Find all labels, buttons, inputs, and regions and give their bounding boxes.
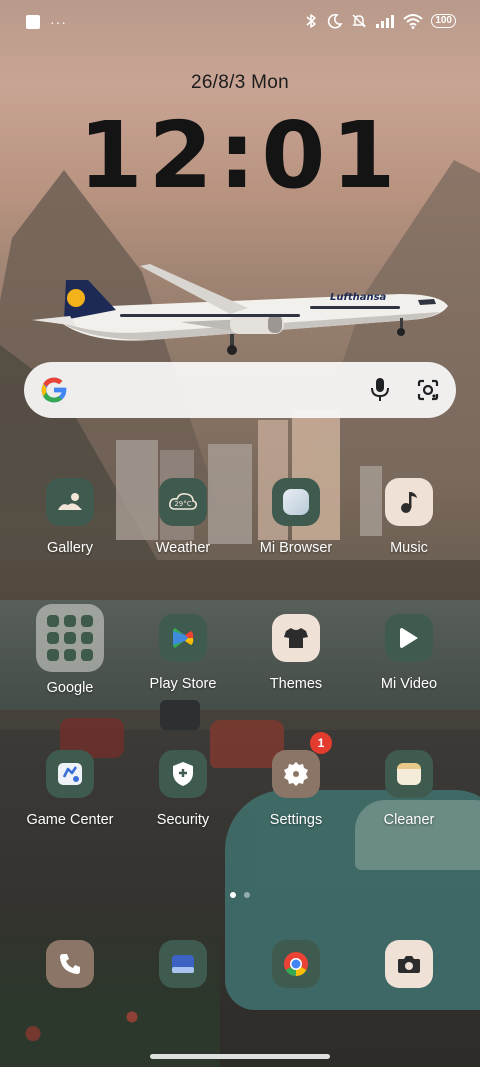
dock-phone[interactable] bbox=[46, 940, 94, 988]
app-label: Security bbox=[156, 812, 210, 828]
app-label: Mi Video bbox=[380, 676, 438, 692]
google-search-bar[interactable] bbox=[24, 362, 456, 418]
silent-bell-icon bbox=[352, 14, 367, 28]
app-label: Play Store bbox=[149, 676, 217, 692]
microphone-icon bbox=[371, 378, 389, 401]
airplane-illustration: Lufthansa bbox=[32, 264, 448, 355]
app-mi-browser[interactable]: Mi Browser bbox=[236, 478, 356, 556]
folder-label: Google bbox=[46, 680, 94, 696]
app-mi-video[interactable]: Mi Video bbox=[349, 614, 469, 692]
battery-indicator: 100 bbox=[431, 14, 456, 28]
play-icon bbox=[385, 614, 433, 662]
weather-temperature: 29°C bbox=[174, 500, 191, 508]
messages-icon bbox=[172, 955, 194, 973]
app-cleaner[interactable]: Cleaner bbox=[349, 750, 469, 828]
tshirt-icon bbox=[272, 614, 320, 662]
google-logo-icon bbox=[41, 377, 68, 403]
app-label: Mi Browser bbox=[259, 540, 333, 556]
app-game-center[interactable]: Game Center bbox=[10, 750, 130, 828]
dock-messages[interactable] bbox=[159, 940, 207, 988]
status-bar[interactable]: ··· 100 bbox=[0, 0, 480, 44]
do-not-disturb-moon-icon bbox=[328, 13, 343, 29]
dock-chrome[interactable] bbox=[272, 940, 320, 988]
app-label: Weather bbox=[155, 540, 211, 556]
app-label: Cleaner bbox=[383, 812, 435, 828]
app-security[interactable]: Security bbox=[123, 750, 243, 828]
play-store-icon bbox=[159, 614, 207, 662]
cleaner-icon bbox=[385, 750, 433, 798]
google-lens-button[interactable] bbox=[414, 376, 442, 404]
wifi-icon bbox=[403, 14, 423, 29]
page-dot-active bbox=[230, 892, 236, 898]
weather-icon: 29°C bbox=[159, 478, 207, 526]
app-label: Gallery bbox=[47, 540, 93, 556]
app-themes[interactable]: Themes bbox=[236, 614, 356, 692]
folder-google[interactable]: Google bbox=[10, 604, 130, 696]
page-indicator[interactable] bbox=[0, 892, 480, 898]
browser-icon bbox=[272, 478, 320, 526]
camera-icon bbox=[398, 956, 420, 973]
folder-icon bbox=[36, 604, 104, 672]
bluetooth-icon bbox=[306, 14, 317, 28]
page-dot bbox=[244, 892, 250, 898]
car bbox=[160, 700, 200, 730]
google-lens-icon bbox=[417, 379, 439, 401]
game-center-icon bbox=[46, 750, 94, 798]
gesture-home-bar[interactable] bbox=[150, 1054, 330, 1059]
app-weather[interactable]: 29°C Weather bbox=[123, 478, 243, 556]
more-notifications-icon: ··· bbox=[50, 14, 67, 30]
clock-widget[interactable]: 12:01 bbox=[0, 106, 480, 206]
shield-icon bbox=[159, 750, 207, 798]
app-play-store[interactable]: Play Store bbox=[123, 614, 243, 692]
app-music[interactable]: Music bbox=[349, 478, 469, 556]
app-settings[interactable]: 1 Settings bbox=[236, 732, 356, 828]
gallery-icon bbox=[46, 478, 94, 526]
svg-text:Lufthansa: Lufthansa bbox=[330, 292, 387, 303]
app-label: Music bbox=[390, 540, 428, 556]
chrome-icon bbox=[284, 952, 308, 977]
voice-search-button[interactable] bbox=[366, 376, 394, 404]
app-label: Settings bbox=[269, 812, 323, 828]
notification-icon bbox=[26, 15, 40, 29]
app-label: Game Center bbox=[26, 812, 114, 828]
gear-icon: 1 bbox=[272, 732, 332, 798]
notification-badge: 1 bbox=[310, 732, 332, 754]
phone-icon bbox=[60, 954, 80, 974]
music-note-icon bbox=[385, 478, 433, 526]
dock-camera[interactable] bbox=[385, 940, 433, 988]
app-gallery[interactable]: Gallery bbox=[10, 478, 130, 556]
signal-icon bbox=[376, 15, 395, 28]
app-label: Themes bbox=[269, 676, 323, 692]
lockscreen-date[interactable]: 26/8/3 Mon bbox=[0, 72, 480, 94]
